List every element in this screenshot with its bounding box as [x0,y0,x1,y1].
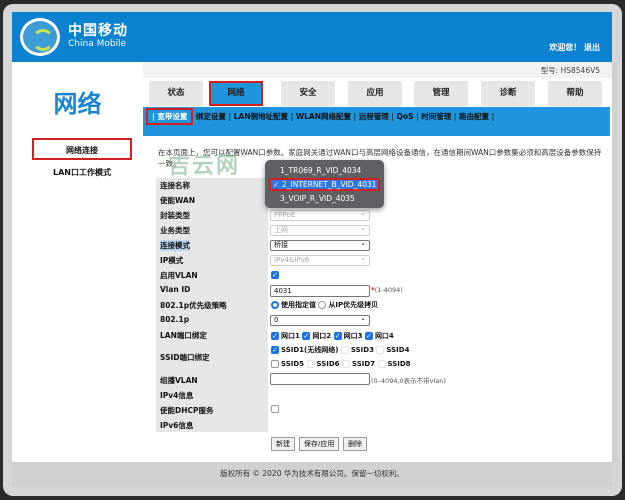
tab-help[interactable]: 帮助 [548,81,602,106]
lan1-checkbox[interactable]: ✓ [271,332,279,340]
ssid-label: SSID1(无线网络) [281,346,339,354]
ssid-label: SSID8 [387,360,411,368]
sub-nav-time[interactable]: 时间管理 [421,112,451,121]
form-label: 连接模式 [160,240,190,251]
dropdown-option-selected[interactable]: ✓ 2_INTERNET_B_VID_4031 [269,178,380,191]
ssid6-checkbox [306,360,315,368]
form-label: IP模式 [160,256,184,265]
form-label: 802.1p [160,315,190,324]
ssid-label: SSID7 [352,360,376,368]
radio-label: 从IP优先级拷贝 [328,301,379,309]
footer: 版权所有 © 2020 华为技术有限公司。保留一切权利。 [12,462,612,486]
ssid5-checkbox[interactable] [271,360,279,368]
ssid8-checkbox [377,360,386,368]
form-label: Vlan ID [160,285,191,294]
sidebar-title: 网络 [53,90,102,118]
ssid-label: SSID4 [386,346,410,354]
form-label: 封装类型 [160,211,190,220]
sub-nav-lan[interactable]: LAN侧地址配置 [234,112,288,121]
china-mobile-logo [20,18,60,56]
form-label: SSID端口绑定 [160,353,210,362]
port-label: 网口3 [343,332,363,340]
tab-status[interactable]: 状态 [149,81,203,106]
enable-vlan-checkbox[interactable]: ✓ [271,271,279,279]
vlan-hint: (1-4094) [374,286,403,294]
ssid1-checkbox[interactable]: ✓ [271,346,279,354]
brand-cn: 中国移动 [68,23,128,39]
sub-nav-remote[interactable]: 远程管理 [359,112,389,121]
dropdown-option[interactable]: 1_TR069_R_VID_4034 [269,164,380,177]
port-label: 网口1 [281,332,300,340]
multicast-hint: (0–4094,0表示不带vlan) [371,377,446,385]
encap-type-select: PPPoE [270,209,370,221]
priority-copy-radio[interactable] [318,301,327,309]
sub-nav-label: 宽带设置 [157,112,188,121]
dhcp-checkbox[interactable] [271,405,279,413]
sub-nav-qos[interactable]: QoS [397,112,414,121]
ssid-label: SSID6 [316,360,340,368]
service-type-select: 上网 [270,224,370,236]
option-label: 2_INTERNET_B_VID_4031 [282,180,377,189]
sidebar-item-lan-mode[interactable]: LAN口工作模式 [32,162,132,184]
check-icon: ✓ [273,180,280,189]
form-label: 连接名称 [160,181,190,190]
ip-mode-select: IPv4&IPv6 [270,254,370,266]
lan2-checkbox[interactable]: ✓ [302,332,311,340]
sub-navigation: | 宽带设置 绑定设置 | LAN侧地址配置 | WLAN网络配置 | 远程管理… [143,107,610,136]
header: 中国移动 China Mobile 欢迎您！ 退出 [12,12,612,62]
ssid-label: SSID3 [350,346,374,354]
lan3-checkbox[interactable]: ✓ [333,332,342,340]
port-label: 网口2 [312,332,332,340]
form-label: LAN端口绑定 [160,331,207,340]
form-label: 使能WAN [160,196,196,205]
lan4-checkbox[interactable]: ✓ [364,332,373,340]
connection-mode-select[interactable]: 桥接 [270,239,370,251]
sub-nav-route[interactable]: 路由配置 [459,112,489,121]
new-button[interactable]: 新建 [271,437,295,451]
tab-security[interactable]: 安全 [281,81,335,106]
ssid7-checkbox [342,360,350,368]
welcome-text: 欢迎您！ [549,43,582,52]
connection-name-dropdown: 1_TR069_R_VID_4034 ✓ 2_INTERNET_B_VID_403… [265,160,384,208]
tab-apps[interactable]: 应用 [348,81,402,106]
radio-label: 使用指定值 [281,301,316,309]
tab-diagnostics[interactable]: 诊断 [481,81,535,106]
watermark: 吉云网 [168,154,241,179]
vlan-id-input[interactable]: 4031 [270,285,370,297]
tab-management[interactable]: 管理 [414,81,468,106]
model-number: 型号: HS8546V5 [143,62,612,78]
ssid4-checkbox [376,346,385,354]
dropdown-option[interactable]: 3_VOIP_R_VID_4035 [269,192,380,205]
brand-en: China Mobile [68,39,127,49]
ssid-label: SSID5 [281,360,305,368]
save-apply-button[interactable]: 保存/应用 [299,437,340,451]
sub-nav-broadband[interactable]: | 宽带设置 [146,108,194,125]
scrollbar[interactable] [612,62,618,462]
sub-nav-wlan[interactable]: WLAN网络配置 [296,112,351,121]
delete-button[interactable]: 删除 [343,437,367,451]
tab-network[interactable]: 网络 [209,81,263,106]
sidebar: 网络 网络连接 LAN口工作模式 [12,62,143,462]
multicast-vlan-input[interactable] [270,373,370,385]
form-label: 组播VLAN [160,376,198,385]
form-label: 业务类型 [160,226,190,235]
ssid3-checkbox [340,346,349,354]
port-label: 网口4 [374,332,394,340]
logout-link[interactable]: 退出 [584,43,600,52]
sub-nav-binding[interactable]: 绑定设置 [196,112,226,121]
form-label: 802.1p优先级策略 [160,301,227,310]
form-label: IPv6信息 [160,421,194,430]
8021p-select[interactable]: 0 [270,314,370,326]
sidebar-item-network-connection[interactable]: 网络连接 [32,138,132,160]
form-label: 启用VLAN [160,271,198,280]
form-label: 使能DHCP服务 [160,406,214,415]
welcome-area: 欢迎您！ 退出 [549,42,600,53]
form-label: IPv4信息 [160,391,194,400]
priority-specified-radio[interactable] [271,301,279,309]
